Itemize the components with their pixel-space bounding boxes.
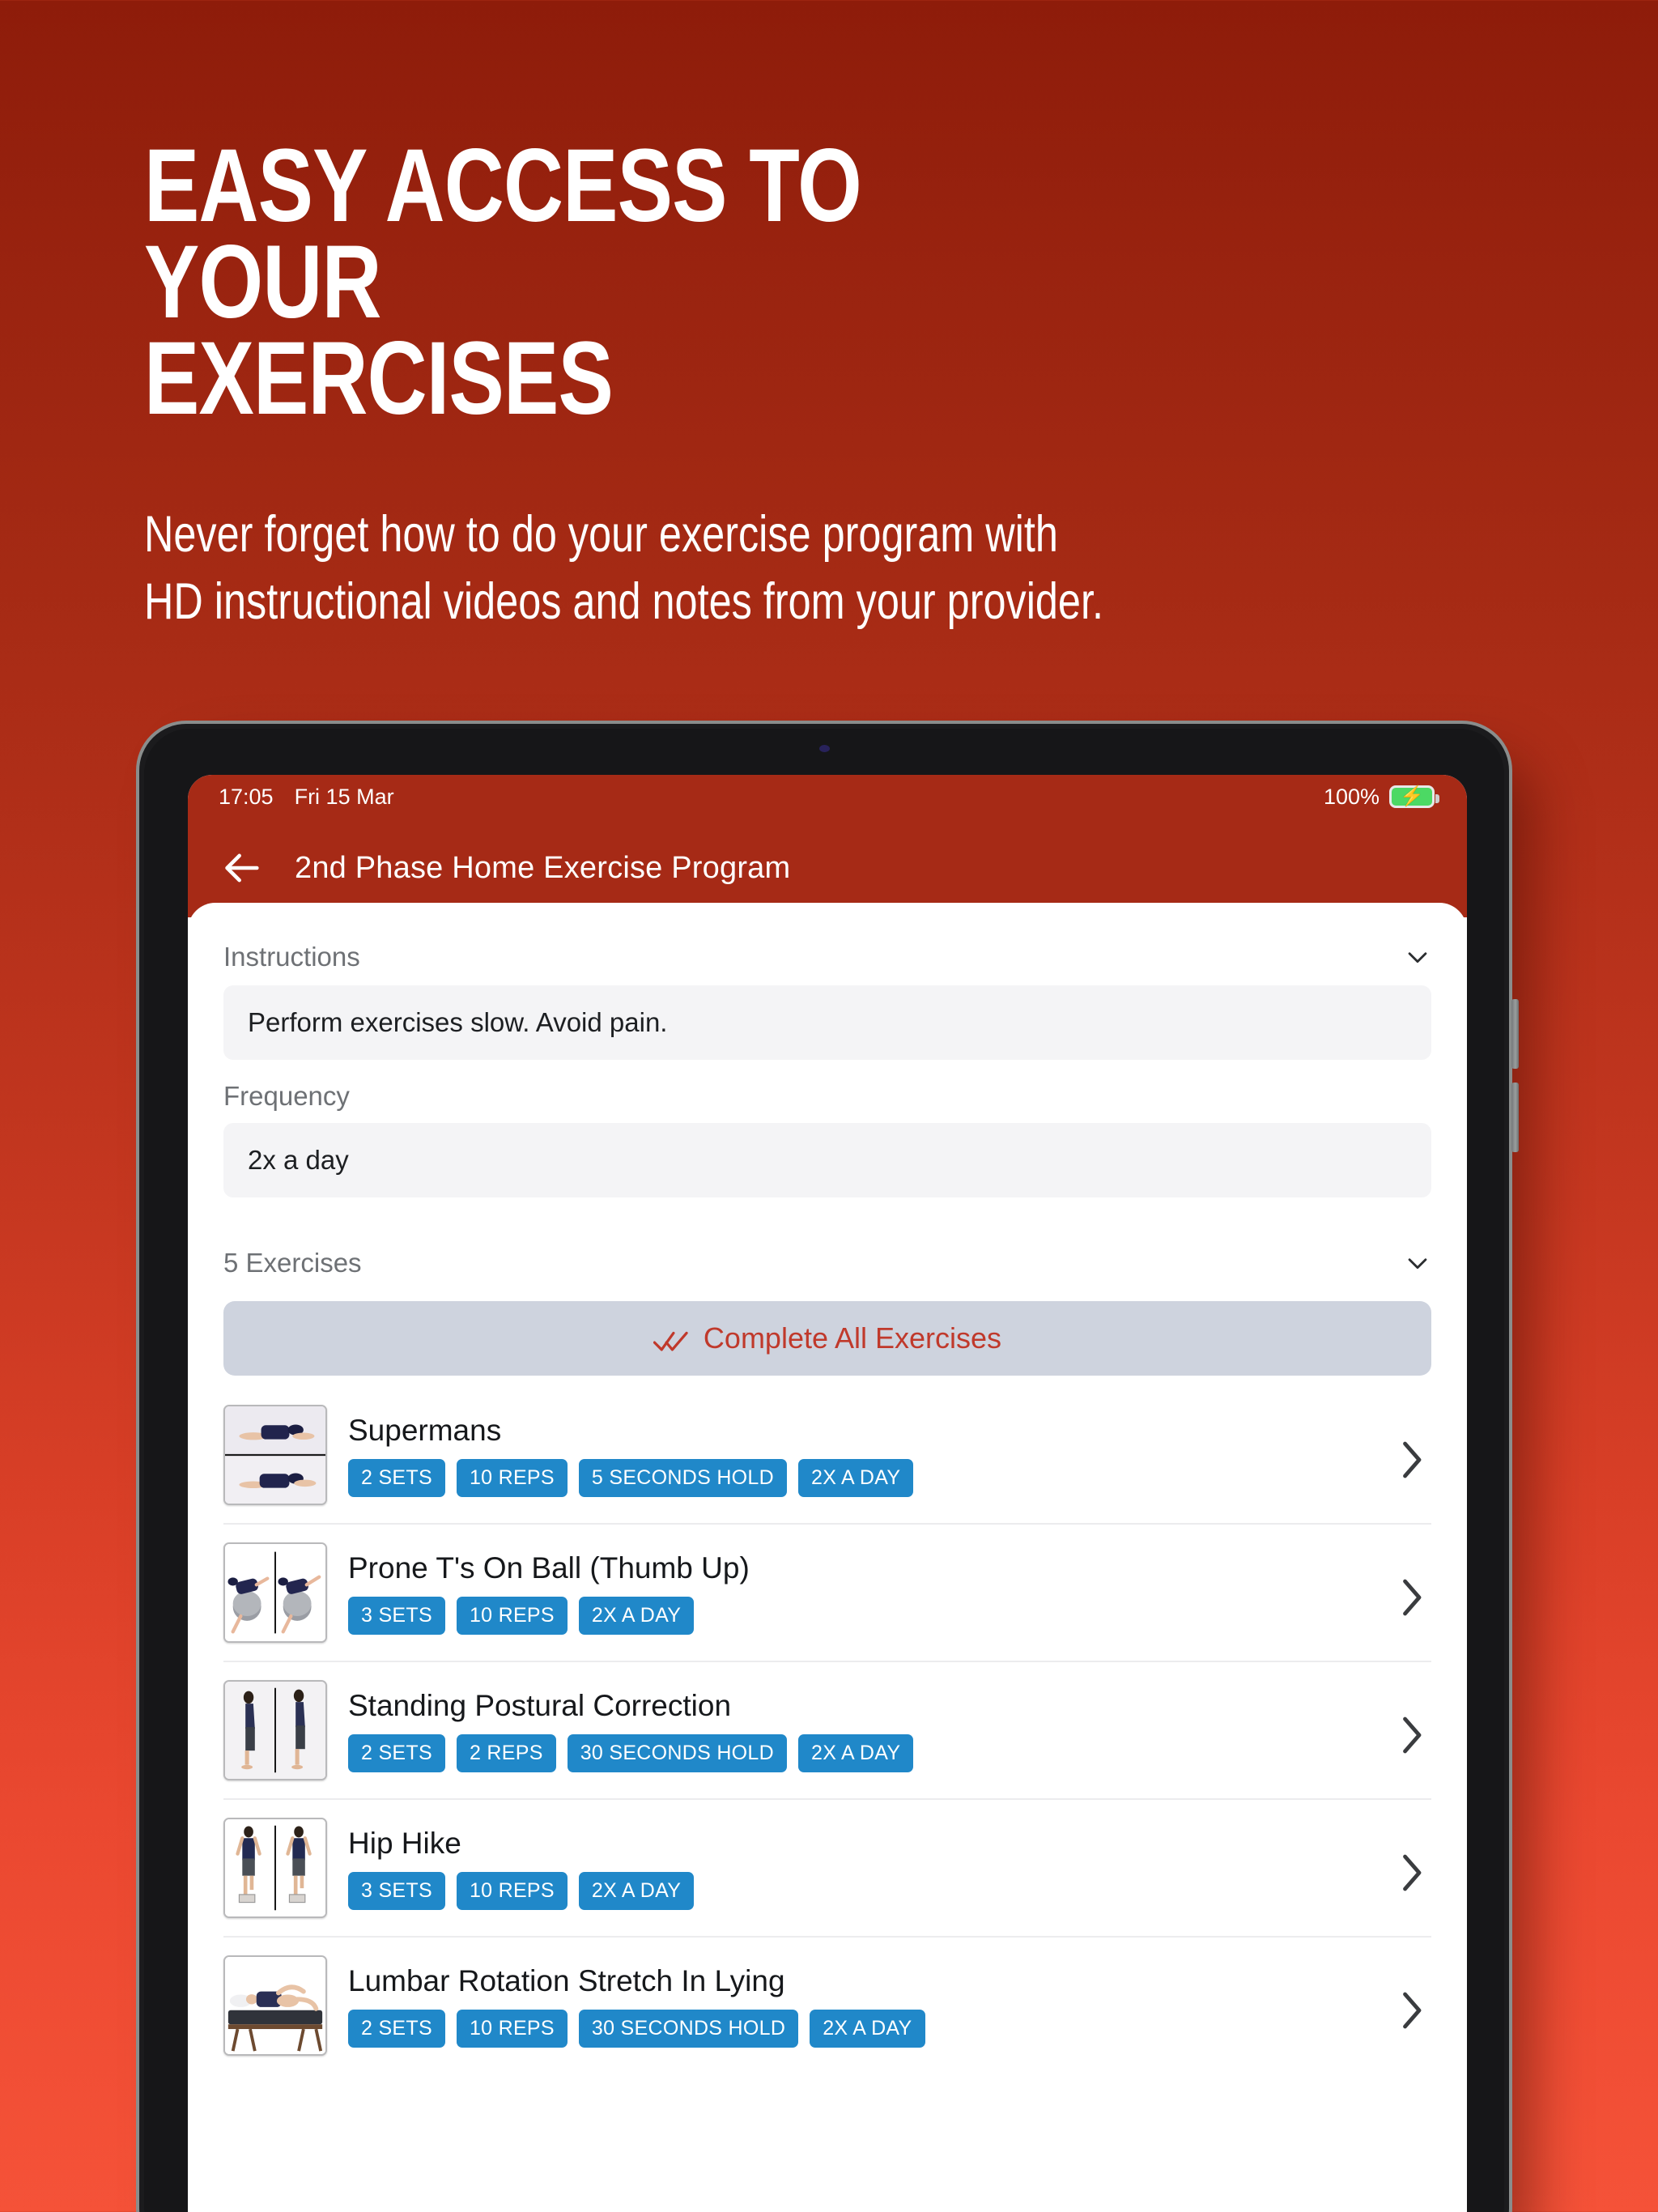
- exercise-tag: 10 REPS: [456, 1871, 568, 1910]
- exercise-tags: 3 SETS 10 REPS 2X A DAY: [348, 1596, 1378, 1635]
- exercise-tag: 10 REPS: [456, 1596, 568, 1635]
- instructions-text-box: Perform exercises slow. Avoid pain.: [223, 985, 1431, 1060]
- chevron-right-icon[interactable]: [1399, 1848, 1423, 1891]
- exercise-tag: 2X A DAY: [810, 2009, 925, 2048]
- chevron-right-icon[interactable]: [1399, 1436, 1423, 1478]
- exercise-thumb-prone-t-ball: [223, 1542, 327, 1643]
- exercise-name: Prone T's On Ball (Thumb Up): [348, 1551, 750, 1585]
- exercise-tags: 2 SETS 2 REPS 30 SECONDS HOLD 2X A DAY: [348, 1733, 1378, 1772]
- exercise-tag: 2X A DAY: [797, 1458, 914, 1497]
- exercise-count-label: 5 Exercises: [223, 1248, 362, 1278]
- charging-bolt-glyph: ⚡: [1400, 785, 1424, 807]
- exercise-list-item[interactable]: Hip Hike 3 SETS 10 REPS 2X A DAY: [223, 1800, 1431, 1938]
- front-camera-icon: [819, 745, 830, 752]
- status-time: 17:05: [219, 784, 274, 809]
- exercise-name: Hip Hike: [348, 1826, 461, 1860]
- exercise-name: Standing Postural Correction: [348, 1688, 732, 1722]
- chevron-down-icon[interactable]: [1404, 943, 1431, 971]
- chevron-right-icon[interactable]: [1399, 1573, 1423, 1616]
- exercise-name: Lumbar Rotation Stretch In Lying: [348, 1963, 785, 1997]
- exercise-thumb-lumbar-rotation: [223, 1955, 327, 2056]
- exercise-list-item[interactable]: Prone T's On Ball (Thumb Up) 3 SETS 10 R…: [223, 1525, 1431, 1662]
- exercise-tag: 5 SECONDS HOLD: [578, 1458, 787, 1497]
- exercise-thumb-hip-hike: [223, 1818, 327, 1918]
- exercise-tags: 3 SETS 10 REPS 2X A DAY: [348, 1871, 1378, 1910]
- exercise-list-item[interactable]: Lumbar Rotation Stretch In Lying 2 SETS …: [223, 1938, 1431, 2074]
- exercise-tag: 10 REPS: [456, 2009, 568, 2048]
- tablet-device: 17:05 Fri 15 Mar 100% ⚡ 2nd Phase Home E…: [136, 721, 1519, 2212]
- promo-headline: EASY ACCESS TO YOUR EXERCISES: [144, 128, 862, 437]
- exercise-tag: 2X A DAY: [578, 1871, 695, 1910]
- exercise-thumb-standing-postural: [223, 1680, 327, 1780]
- back-arrow-icon[interactable]: [222, 847, 264, 889]
- tablet-screen: 17:05 Fri 15 Mar 100% ⚡ 2nd Phase Home E…: [188, 775, 1467, 2212]
- complete-all-exercises-button[interactable]: Complete All Exercises: [223, 1301, 1431, 1376]
- exercises-section-header[interactable]: 5 Exercises: [223, 1197, 1431, 1291]
- exercise-tag: 2 SETS: [348, 1733, 445, 1772]
- volume-down-button[interactable]: [1511, 1083, 1519, 1152]
- exercise-name: Supermans: [348, 1413, 502, 1447]
- exercise-tag: 10 REPS: [456, 1458, 568, 1497]
- double-check-icon: [653, 1326, 689, 1351]
- instructions-label: Instructions: [223, 942, 360, 972]
- status-date: Fri 15 Mar: [294, 784, 394, 809]
- volume-up-button[interactable]: [1511, 999, 1519, 1069]
- exercise-list-item[interactable]: Standing Postural Correction 2 SETS 2 RE…: [223, 1662, 1431, 1800]
- exercise-tag: 2 SETS: [348, 1458, 445, 1497]
- frequency-value: 2x a day: [248, 1145, 349, 1175]
- exercise-tags: 2 SETS 10 REPS 5 SECONDS HOLD 2X A DAY: [348, 1458, 1378, 1497]
- exercise-tag: 2X A DAY: [578, 1596, 695, 1635]
- exercise-thumb-supermans: [223, 1405, 327, 1505]
- exercise-tag: 30 SECONDS HOLD: [578, 2009, 799, 2048]
- frequency-value-box: 2x a day: [223, 1123, 1431, 1197]
- exercise-tag: 30 SECONDS HOLD: [567, 1733, 787, 1772]
- exercise-tags: 2 SETS 10 REPS 30 SECONDS HOLD 2X A DAY: [348, 2009, 1378, 2048]
- exercise-tag: 2 SETS: [348, 2009, 445, 2048]
- exercise-tag: 3 SETS: [348, 1871, 445, 1910]
- battery-charging-icon: ⚡: [1389, 785, 1439, 808]
- exercise-tag: 2X A DAY: [797, 1733, 914, 1772]
- instructions-text: Perform exercises slow. Avoid pain.: [248, 1007, 668, 1037]
- battery-percent-label: 100%: [1323, 784, 1380, 809]
- exercise-list-item[interactable]: Supermans 2 SETS 10 REPS 5 SECONDS HOLD …: [223, 1387, 1431, 1525]
- promo-copy: EASY ACCESS TO YOUR EXERCISES Never forg…: [144, 128, 1358, 636]
- exercise-tag: 2 REPS: [456, 1733, 556, 1772]
- status-bar: 17:05 Fri 15 Mar 100% ⚡: [188, 775, 1467, 819]
- instructions-section-header[interactable]: Instructions: [223, 903, 1431, 985]
- chevron-right-icon[interactable]: [1399, 1711, 1423, 1754]
- exercise-list: Supermans 2 SETS 10 REPS 5 SECONDS HOLD …: [223, 1387, 1431, 2074]
- frequency-label: Frequency: [223, 1081, 350, 1111]
- chevron-down-icon[interactable]: [1404, 1249, 1431, 1277]
- promo-subtitle: Never forget how to do your exercise pro…: [144, 506, 1103, 631]
- exercise-tag: 3 SETS: [348, 1596, 445, 1635]
- page-title: 2nd Phase Home Exercise Program: [295, 850, 791, 885]
- chevron-right-icon[interactable]: [1399, 1986, 1423, 2029]
- content-sheet: Instructions Perform exercises slow. Avo…: [188, 903, 1467, 2212]
- complete-all-label: Complete All Exercises: [703, 1321, 1002, 1355]
